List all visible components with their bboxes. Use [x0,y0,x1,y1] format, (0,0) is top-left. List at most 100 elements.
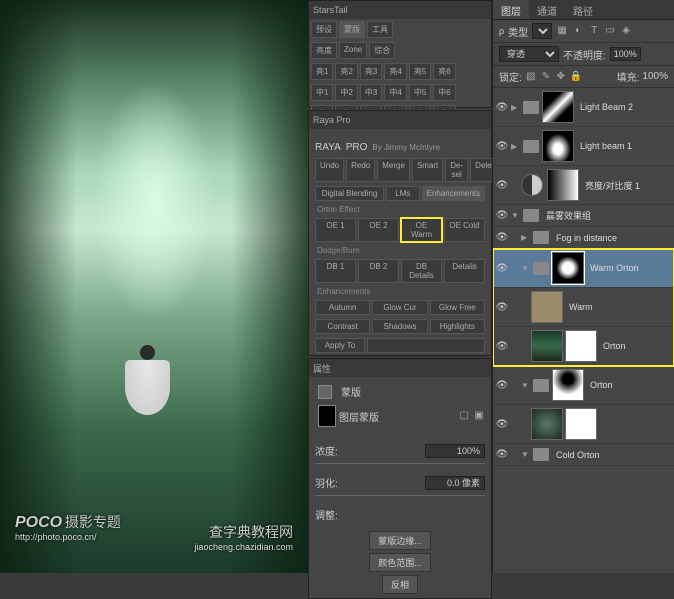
st-btn[interactable]: 亮6 [433,63,455,80]
blend-mode-select[interactable]: 穿透 [499,46,559,62]
props-tab[interactable]: 属性 [309,359,491,377]
st-btn[interactable]: 中4 [384,84,406,101]
lock-transparency-icon[interactable]: ▨ [525,71,537,83]
expand-toggle[interactable]: ▶ [521,233,533,242]
layer-item[interactable]: 👁▶Light Beam 2 [493,88,674,127]
layer-item[interactable]: 👁 ▼ Orton [493,366,674,405]
visibility-toggle[interactable]: 👁 [493,141,511,152]
filter-text-icon[interactable]: T [588,25,600,37]
raya-undo[interactable]: Undo [315,158,344,182]
invert-button[interactable]: 反相 [382,575,418,594]
tab-lms[interactable]: LMs [386,186,420,201]
filter-pixel-icon[interactable]: ▦ [556,25,568,37]
raya-redo[interactable]: Redo [346,158,375,182]
lock-pixels-icon[interactable]: ✎ [540,71,552,83]
layer-name[interactable]: Orton [590,380,671,390]
visibility-toggle[interactable]: 👁 [493,102,511,113]
layer-item[interactable]: 👁 Orton [493,327,674,366]
filter-kind[interactable] [532,23,552,39]
layer-name[interactable]: 亮度/对比度 1 [585,179,671,192]
st-btn[interactable]: 蒙版 [339,21,365,38]
fill-value[interactable]: 100% [642,71,668,82]
tab-layers[interactable]: 图层 [493,0,529,19]
details-button[interactable]: Details [444,259,485,283]
pixel-mask-icon[interactable]: ▢ [458,410,470,422]
layer-name[interactable]: Light beam 1 [580,141,671,151]
filter-smart-icon[interactable]: ◈ [620,25,632,37]
st-btn[interactable]: 中5 [409,84,431,101]
tab-paths[interactable]: 路径 [565,0,601,19]
layer-group[interactable]: 👁 ▼ Cold Orton [493,444,674,466]
st-btn[interactable]: 亮2 [335,63,357,80]
shadows-button[interactable]: Shadows [372,319,427,334]
layer-thumb[interactable] [531,330,563,362]
opacity-value[interactable]: 100% [610,47,641,61]
autumn-button[interactable]: Autumn [315,300,370,315]
layer-item[interactable]: 👁 [493,405,674,444]
visibility-toggle[interactable]: 👁 [493,419,511,430]
st-btn[interactable]: 综合 [369,42,395,59]
feather-input[interactable] [425,476,485,490]
st-btn[interactable]: Zone [339,42,367,59]
visibility-toggle[interactable]: 👁 [493,380,511,391]
oe-cold-button[interactable]: OE Cold [444,218,485,242]
layer-name[interactable]: Cold Orton [556,450,671,460]
st-btn[interactable]: 预设 [311,21,337,38]
layer-item[interactable]: 👁▼Warm Orton [493,249,674,288]
highlights-button[interactable]: Highlights [430,319,485,334]
mask-thumb[interactable] [547,169,579,201]
st-btn[interactable]: 工具 [367,21,393,38]
glowfree-button[interactable]: Glow Free [430,300,485,315]
expand-toggle[interactable]: ▼ [521,264,533,273]
tab-enhancements[interactable]: Enhancements [422,186,485,201]
layer-thumb[interactable] [531,408,563,440]
oe1-button[interactable]: OE 1 [315,218,356,242]
layer-name[interactable]: Orton [603,341,671,351]
db2-button[interactable]: DB 2 [358,259,399,283]
layer-group[interactable]: 👁▼晨雾效果组 [493,205,674,227]
layer-item[interactable]: 👁 亮度/对比度 1 [493,166,674,205]
st-btn[interactable]: 中1 [311,84,333,101]
applyto-button[interactable]: Apply To [315,338,365,353]
visibility-toggle[interactable]: 👁 [493,263,511,274]
layer-name[interactable]: Warm [569,302,671,312]
oe-warm-button[interactable]: OE Warm [401,218,442,242]
vector-mask-icon[interactable]: ▣ [473,410,485,422]
visibility-toggle[interactable]: 👁 [493,341,511,352]
layer-name[interactable]: Light Beam 2 [580,102,671,112]
expand-toggle[interactable]: ▼ [521,450,533,459]
visibility-toggle[interactable]: 👁 [493,210,511,221]
st-btn[interactable]: 亮3 [360,63,382,80]
layer-item[interactable]: 👁▶ Light beam 1 [493,127,674,166]
lock-position-icon[interactable]: ✥ [555,71,567,83]
st-btn[interactable]: 中6 [433,84,455,101]
applyto-dropdown[interactable] [367,338,485,353]
contrast-button[interactable]: Contrast [315,319,370,334]
layer-thumb[interactable] [531,291,563,323]
expand-toggle[interactable]: ▶ [511,142,523,151]
filter-adj-icon[interactable]: ◐ [572,25,584,37]
layer-name[interactable]: 晨雾效果组 [546,209,671,222]
mask-type-icon[interactable] [318,385,332,399]
raya-smart[interactable]: Smart [412,158,443,182]
st-btn[interactable]: 亮4 [384,63,406,80]
mask-thumb[interactable] [542,130,574,162]
visibility-toggle[interactable]: 👁 [493,449,511,460]
layer-item[interactable]: 👁 Warm [493,288,674,327]
tab-channels[interactable]: 通道 [529,0,565,19]
db1-button[interactable]: DB 1 [315,259,356,283]
mask-thumb[interactable] [565,408,597,440]
visibility-toggle[interactable]: 👁 [493,180,511,191]
st-btn[interactable]: 亮度 [311,42,337,59]
mask-thumb[interactable] [565,330,597,362]
visibility-toggle[interactable]: 👁 [493,302,511,313]
expand-toggle[interactable]: ▼ [521,381,533,390]
raya-merge[interactable]: Merge [377,158,410,182]
oe2-button[interactable]: OE 2 [358,218,399,242]
visibility-toggle[interactable]: 👁 [493,232,511,243]
document-preview[interactable]: POCO 摄影专题 http://photo.poco.cn/ 查字典教程网 j… [0,0,308,573]
density-input[interactable] [425,444,485,458]
db-details-button[interactable]: DB Details [401,259,442,283]
raya-desel[interactable]: De-sel [445,158,468,182]
mask-thumb[interactable] [552,369,584,401]
